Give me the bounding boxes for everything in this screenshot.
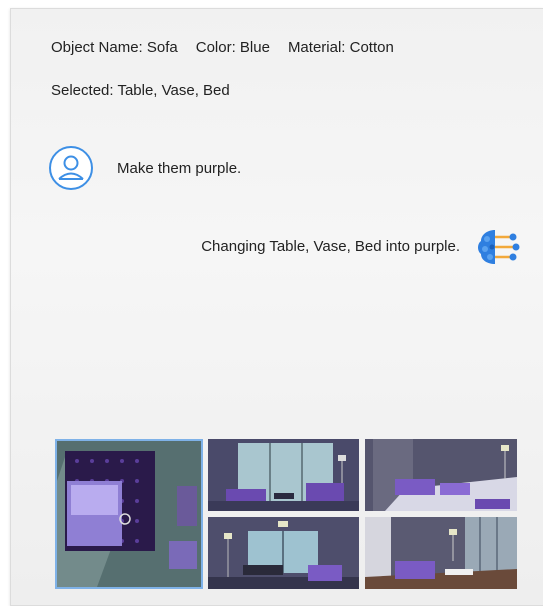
living-room-render-thumbnail-4[interactable] <box>365 517 517 589</box>
object-info-row: Object Name: Sofa Color: Blue Material: Co… <box>51 39 394 56</box>
chat-panel: Object Name: Sofa Color: Blue Material: Co… <box>10 8 543 606</box>
material-label: Material: Cotton <box>287 39 394 56</box>
living-room-render-thumbnail-2[interactable] <box>365 439 517 511</box>
selected-objects-label: Selected: Table, Vase, Bed <box>51 82 230 99</box>
color-label: Color: Blue <box>195 39 270 56</box>
assistant-message: Changing Table, Vase, Bed into purple. <box>201 238 460 255</box>
user-message: Make them purple. <box>117 160 242 177</box>
user-avatar-icon <box>49 146 93 190</box>
top-view-render-thumbnail[interactable] <box>55 439 203 589</box>
living-room-render-thumbnail-1[interactable] <box>208 439 359 511</box>
ai-brain-icon <box>475 227 521 267</box>
object-name-label: Object Name: Sofa <box>51 39 178 56</box>
living-room-render-thumbnail-3[interactable] <box>208 517 359 589</box>
